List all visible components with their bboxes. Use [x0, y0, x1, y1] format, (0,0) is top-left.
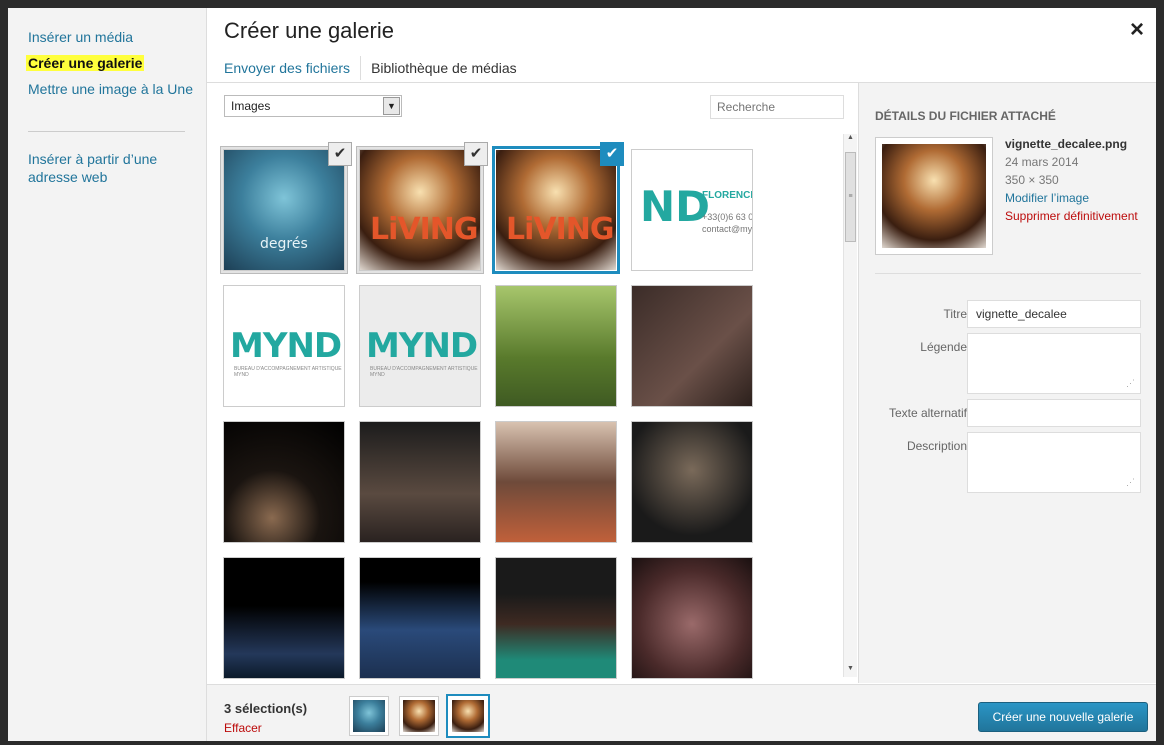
description-label: Description [906, 439, 967, 453]
attachment-tile[interactable]: LiVING ✔ [360, 142, 488, 270]
selection-thumb-image [403, 700, 435, 732]
details-dimensions: 350 × 350 [1005, 173, 1059, 187]
selection-thumb-image [353, 700, 385, 732]
grid-scrollbar[interactable]: ▲ ≡ ▼ [843, 134, 857, 677]
tab-upload-files[interactable]: Envoyer des fichiers [224, 56, 362, 80]
attachment-details-sidebar: Détails du fichier attaché vignette_deca… [858, 83, 1156, 683]
delete-permanently-link[interactable]: Supprimer définitivement [1005, 207, 1138, 225]
tab-media-library[interactable]: Bibliothèque de médias [371, 56, 527, 80]
thumb-clip: ND FLORENCE +33(0)6 63 0 contact@myn [632, 150, 752, 270]
caption-label: Légende [920, 340, 967, 354]
attachment-tile[interactable]: MYND BUREAU D'ACCOMPAGNEMENT ARTISTIQUE … [360, 286, 480, 406]
attachment-tile[interactable] [496, 286, 616, 406]
thumb-text: MYND [230, 326, 342, 366]
check-icon[interactable]: ✔ [464, 142, 488, 166]
attachment-tile[interactable] [632, 558, 752, 678]
menu-item-create-gallery[interactable]: Créer une galerie [26, 54, 198, 72]
thumb-text: LiVING [506, 212, 615, 247]
scrollbar-thumb[interactable]: ≡ [845, 152, 856, 242]
edit-image-link[interactable]: Modifier l’image [1005, 189, 1138, 207]
thumb-text: +33(0)6 63 0 [702, 212, 752, 222]
selection-count: 3 sélection(s) [224, 701, 308, 716]
details-date: 24 mars 2014 [1005, 155, 1079, 169]
thumb-text: FLORENCE [702, 190, 752, 201]
scroll-down-icon[interactable]: ▼ [844, 665, 857, 677]
close-icon[interactable]: × [1130, 18, 1144, 42]
media-menu: Insérer un média Créer une galerie Mettr… [8, 8, 207, 741]
attachment-tile[interactable] [496, 422, 616, 542]
menu-item-insert-from-url[interactable]: Insérer à partir d’une adresse web [28, 150, 198, 186]
modal-title: Créer une galerie [224, 18, 394, 43]
create-new-gallery-button[interactable]: Créer une nouvelle galerie [978, 702, 1148, 732]
clear-selection-link[interactable]: Effacer [224, 721, 262, 735]
resize-grip-icon[interactable]: ⋰ [1126, 478, 1135, 487]
selection-toolbar: 3 sélection(s) Effacer Créer une nouvell… [207, 684, 1156, 741]
thumb-text: contact@myn [702, 224, 752, 234]
menu-separator [28, 131, 185, 132]
attachment-tile[interactable] [360, 422, 480, 542]
alt-text-label: Texte alternatif [888, 406, 967, 420]
attachment-tile[interactable] [224, 558, 344, 678]
details-thumbnail [875, 137, 993, 255]
selection-thumb[interactable] [350, 697, 388, 735]
attachment-tile[interactable] [360, 558, 480, 678]
details-meta: vignette_decalee.png 24 mars 2014 350 × … [1005, 135, 1138, 225]
filter-value: Images [231, 99, 271, 113]
attachment-tile[interactable] [632, 286, 752, 406]
title-label: Titre [943, 307, 967, 321]
search-input[interactable] [710, 95, 844, 119]
alt-text-field[interactable] [967, 399, 1141, 427]
caption-field[interactable]: ⋰ [967, 333, 1141, 394]
media-type-filter[interactable]: Images ▼ [224, 95, 402, 117]
thumb-text: MYND [366, 326, 478, 366]
thumb-text: degrés [260, 236, 308, 252]
thumb-text: ND [640, 182, 711, 231]
attachments-grid: degrés ✔ LiVING ✔ LiVING ✔ ND FLORENCE +… [207, 123, 841, 681]
details-filename: vignette_decalee.png [1005, 137, 1128, 151]
attachment-tile[interactable]: ND FLORENCE +33(0)6 63 0 contact@myn [632, 150, 752, 270]
attachment-tile[interactable]: MYND BUREAU D'ACCOMPAGNEMENT ARTISTIQUE … [224, 286, 344, 406]
menu-item-insert-media[interactable]: Insérer un média [28, 28, 198, 46]
attachment-tile-selected[interactable]: LiVING ✔ [496, 142, 624, 270]
attachment-tile[interactable] [496, 558, 616, 678]
check-icon[interactable]: ✔ [600, 142, 624, 166]
media-modal: Insérer un média Créer une galerie Mettr… [8, 8, 1156, 741]
attachment-tile[interactable] [224, 422, 344, 542]
details-separator [875, 273, 1141, 274]
menu-item-create-gallery-label: Créer une galerie [26, 55, 145, 71]
attachment-tile[interactable] [632, 422, 752, 542]
description-field[interactable]: ⋰ [967, 432, 1141, 493]
selection-thumb[interactable] [400, 697, 438, 735]
title-field[interactable] [967, 300, 1141, 328]
selection-thumb[interactable] [449, 697, 487, 735]
thumb-text: LiVING [370, 212, 479, 247]
menu-item-featured-image[interactable]: Mettre une image à la Une [28, 80, 198, 98]
chevron-down-icon[interactable]: ▼ [383, 97, 400, 115]
resize-grip-icon[interactable]: ⋰ [1126, 379, 1135, 388]
thumb-text: BUREAU D'ACCOMPAGNEMENT ARTISTIQUE MYND [370, 366, 478, 378]
details-heading: Détails du fichier attaché [875, 109, 1056, 123]
selection-thumb-image [452, 700, 484, 732]
check-icon[interactable]: ✔ [328, 142, 352, 166]
thumb-text: BUREAU D'ACCOMPAGNEMENT ARTISTIQUE MYND [234, 366, 342, 378]
media-router: Envoyer des fichiers Bibliothèque de médi… [224, 56, 527, 80]
scroll-up-icon[interactable]: ▲ [844, 134, 857, 146]
details-thumbnail-image [882, 144, 986, 248]
attachment-tile[interactable]: degrés ✔ [224, 142, 352, 270]
